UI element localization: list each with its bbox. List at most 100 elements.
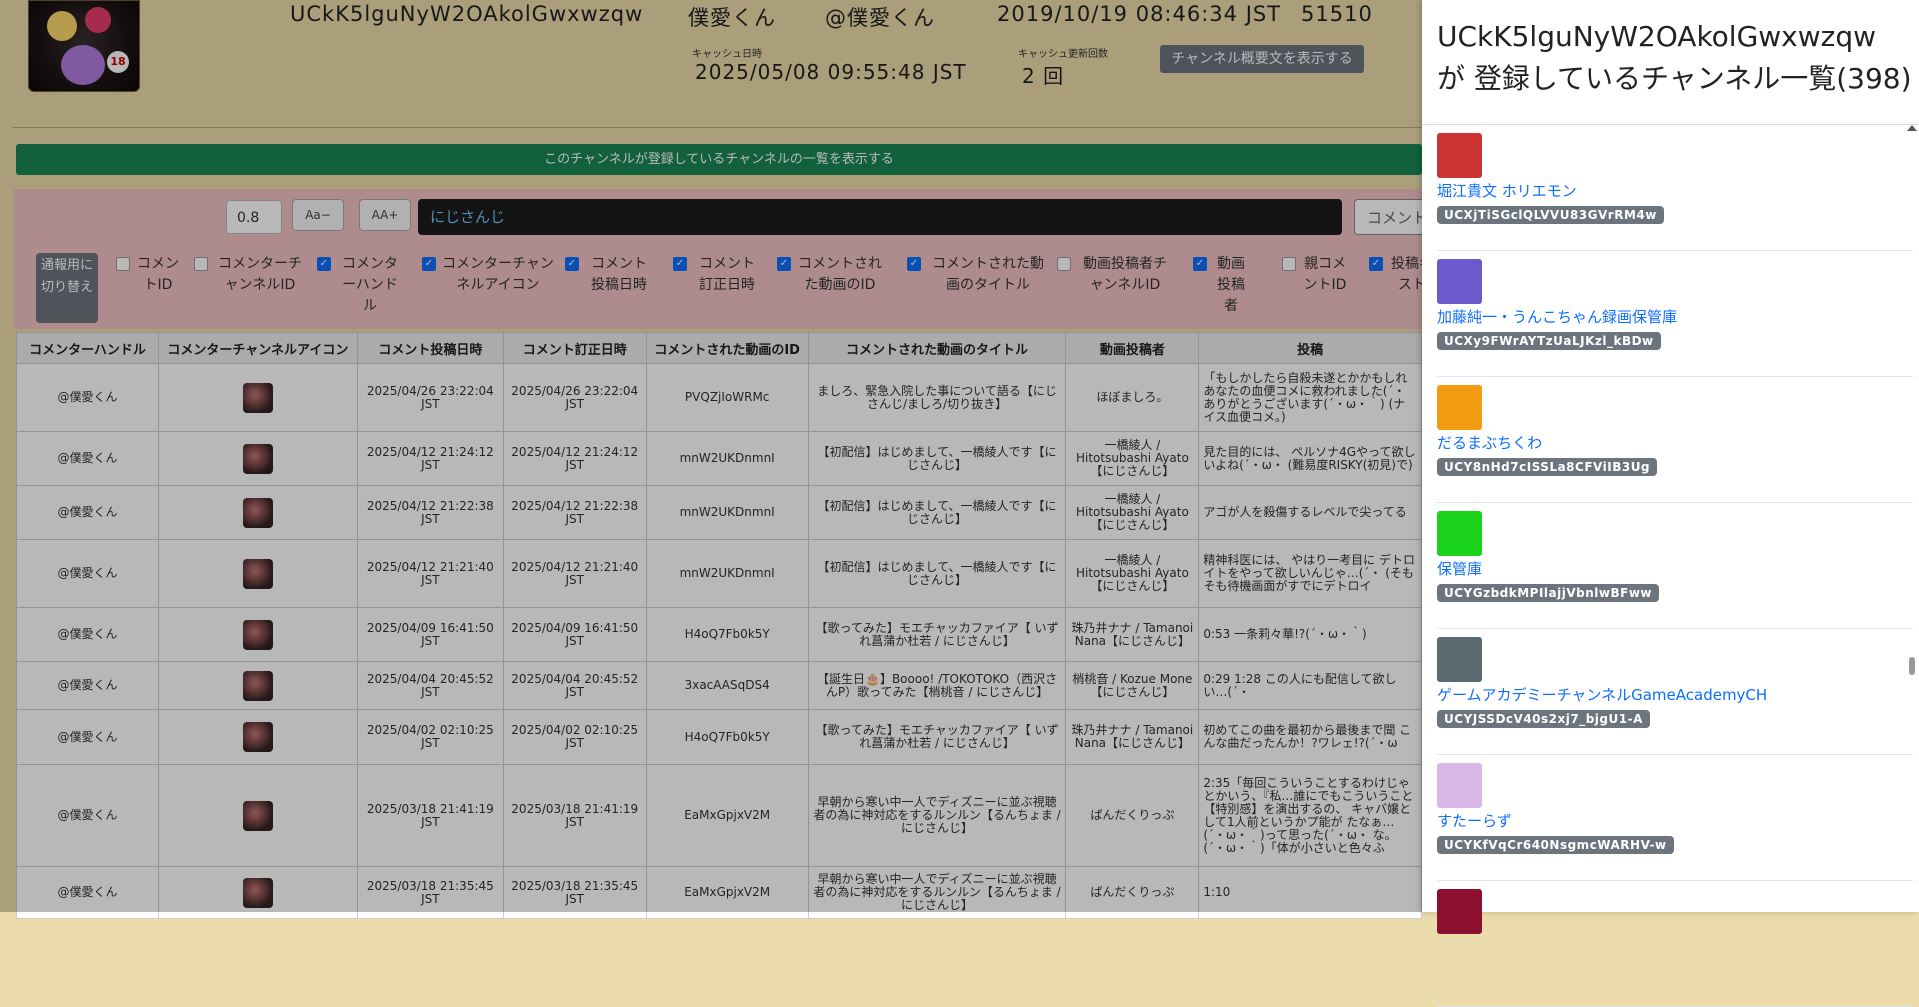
checkbox-parent-comment-id[interactable]: 親コメントID [1282,254,1348,296]
commenter-avatar-icon[interactable] [242,497,273,528]
channel-link[interactable]: 堀江貴文 ホリエモン [1437,180,1577,201]
channel-link[interactable]: ゲームアカデミーチャンネルGameAcademyCH [1437,684,1767,705]
cell-uploader[interactable]: 珠乃井ナナ / Tamanoi Nana【にじさんじ】 [1065,607,1200,662]
cell-video-id[interactable]: mnW2UKDnmnI [645,431,809,486]
zoom-out-button[interactable]: Aa− [292,199,344,231]
column-header[interactable]: コメントされた動画のタイトル [807,332,1067,364]
cell-text: 2:35「毎回こういうことするわけじゃ とかいう、『私…誰にでもこういうこと 【… [1198,764,1422,867]
commenter-avatar-icon[interactable] [242,670,273,701]
cell-video-id[interactable]: PVQZjIoWRMc [645,363,809,432]
checkbox-edited-date[interactable]: ✓ コメント訂正日時 [673,254,761,296]
checkbox-commenter-channel-id[interactable]: コメンターチャンネルID [194,254,306,296]
column-header[interactable]: 投稿 [1198,332,1422,364]
cell-uploader[interactable]: ぱんだくりっぷ [1065,866,1200,919]
cell-video-title[interactable]: 【初配信】はじめまして、一橋綾人です【にじさんじ】 [807,539,1067,608]
channel-avatar[interactable] [1437,259,1482,304]
commenter-avatar-icon[interactable] [242,722,273,752]
column-header[interactable]: コメンターチャンネルアイコン [157,332,358,364]
cell-video-id[interactable]: EaMxGpjxV2M [645,764,809,867]
channel-registered-date: 2019/10/19 08:46:34 JST [997,2,1282,26]
cell-video-title[interactable]: 早朝から寒い中一人でディズニーに並ぶ視聴者の為に神対応をするルンルン【るんちょま… [807,866,1067,919]
cell-video-id[interactable]: H4oQ7Fb0k5Y [645,607,809,662]
checkbox-posted-date[interactable]: ✓ コメント投稿日時 [565,254,653,296]
commenter-avatar-icon[interactable] [242,382,273,413]
cell-uploader[interactable]: ぱんだくりっぷ [1065,764,1200,867]
cell-text: 0:29 1:28 この人にも配信して欲しい…(´・ [1198,661,1422,710]
channel-link[interactable]: 保管庫 [1437,558,1482,579]
cell-video-id[interactable]: H4oQ7Fb0k5Y [645,709,809,765]
cell-handle: @僕愛くん [16,866,159,919]
cell-uploader[interactable]: 一橋綾人 / Hitotsubashi Ayato【にじさんじ】 [1065,431,1200,486]
cell-edited: 2025/04/02 02:10:25 JST [502,709,647,765]
cell-video-title[interactable]: 【初配信】はじめまして、一橋綾人です【にじさんじ】 [807,485,1067,540]
channel-id-badge: UCYKfVqCr640NsgmcWARHV-w [1437,836,1674,854]
cell-uploader[interactable]: 一橋綾人 / Hitotsubashi Ayato【にじさんじ】 [1065,485,1200,540]
column-header[interactable]: 動画投稿者 [1065,332,1200,364]
cell-video-title[interactable]: 【初配信】はじめまして、一橋綾人です【にじさんじ】 [807,431,1067,486]
column-header[interactable]: コメンターハンドル [16,332,159,364]
cell-edited: 2025/04/04 20:45:52 JST [502,661,647,710]
cell-edited: 2025/03/18 21:35:45 JST [502,866,647,919]
scroll-up-arrow-icon[interactable] [1907,125,1917,131]
cache-date-label: キャッシュ日時 [692,49,762,60]
cell-text: 見た目的には、 ペルソナ4Gやって欲しいよね(´・ω・ (難易度RISKY(初見… [1198,431,1422,486]
checkbox-commenter-icon[interactable]: ✓ コメンターチャンネルアイコン [422,254,554,296]
checkbox-comment-id[interactable]: コメントID [116,254,180,296]
channel-link[interactable]: すたーらず [1437,810,1512,831]
cell-uploader[interactable]: 珠乃井ナナ / Tamanoi Nana【にじさんじ】 [1065,709,1200,765]
panel-title: UCkK5lguNyW2OAkolGwxwzqw が 登録しているチャンネル一覧… [1437,20,1912,95]
channel-id-badge: UCY8nHd7cISSLa8CFViIB3Ug [1437,458,1658,476]
cell-uploader[interactable]: ほぼましろ。 [1065,363,1200,432]
cell-uploader[interactable]: 梢桃音 / Kozue Mone【にじさんじ】 [1065,661,1200,710]
cell-uploader[interactable]: 一橋綾人 / Hitotsubashi Ayato【にじさんじ】 [1065,539,1200,608]
commenter-avatar-icon[interactable] [242,558,273,589]
checkbox-commenter-handle[interactable]: ✓ コメンターハンドル [317,254,403,317]
table-row: @僕愛くん 2025/04/26 23:22:04 JST 2025/04/26… [16,363,1422,432]
commenter-avatar-icon[interactable] [242,800,273,831]
cell-video-title[interactable]: 【歌ってみた】モエチャッカファイア【 いずれ菖蒲か杜若 / にじさんじ】 [807,607,1067,662]
commenter-avatar-icon[interactable] [242,877,273,908]
cell-handle: @僕愛くん [16,764,159,867]
column-header[interactable]: コメント訂正日時 [502,332,647,364]
table-row: @僕愛くん 2025/03/18 21:35:45 JST 2025/03/18… [16,866,1422,919]
channel-avatar[interactable] [1437,637,1482,682]
column-header[interactable]: コメントされた動画のID [645,332,809,364]
show-summary-button[interactable]: チャンネル概要文を表示する [1160,45,1364,73]
search-input[interactable]: にじさんじ [418,199,1342,235]
cell-video-id[interactable]: EaMxGpjxV2M [645,866,809,919]
channel-id: UCkK5lguNyW2OAkolGwxwzqw [290,2,644,26]
cell-video-title[interactable]: 早朝から寒い中一人でディズニーに並ぶ視聴者の為に神対応をするルンルン【るんちょま… [807,764,1067,867]
checkbox-video-title[interactable]: ✓ コメントされた動画のタイトル [907,254,1049,296]
show-subscriptions-button[interactable]: このチャンネルが登録しているチャンネルの一覧を表示する [16,144,1422,175]
cell-video-title[interactable]: 【誕生日🎂】Boooo! /TOKOTOKO（西沢さんP）歌ってみた【梢桃音 /… [807,661,1067,710]
scroll-thumb[interactable] [1909,657,1915,675]
cell-video-id[interactable]: mnW2UKDnmnI [645,485,809,540]
channel-avatar[interactable] [1437,385,1482,430]
list-item: 加藤純一・うんこちゃん録画保管庫 UCXy9FWrAYTzUaLJKzl_kBD… [1437,251,1913,377]
commenter-avatar-icon[interactable] [242,619,273,650]
panel-scrollbar[interactable] [1906,125,1917,912]
cell-video-id[interactable]: mnW2UKDnmnI [645,539,809,608]
cell-posted: 2025/04/02 02:10:25 JST [356,709,504,765]
checkbox-video-id[interactable]: ✓ コメントされた動画のID [777,254,883,296]
table-row: @僕愛くん 2025/04/12 21:24:12 JST 2025/04/12… [16,431,1422,486]
zoom-input[interactable]: 0.8 [226,200,282,234]
checkbox-uploader-channel-id[interactable]: 動画投稿者チャンネルID [1057,254,1173,296]
cell-handle: @僕愛くん [16,661,159,710]
cell-video-title[interactable]: ましろ、緊急入院した事について語る【にじさんじ/ましろ/切り抜き】 [807,363,1067,432]
channel-link[interactable]: だるまぶちくわ [1437,432,1542,453]
commenter-avatar-icon[interactable] [242,443,273,474]
channel-avatar[interactable] [1437,133,1482,178]
column-header[interactable]: コメント投稿日時 [356,332,504,364]
list-item: すたーらず UCYKfVqCr640NsgmcWARHV-w [1437,755,1913,881]
zoom-in-button[interactable]: AA+ [359,199,411,231]
divider [12,127,1422,128]
checkbox-uploader[interactable]: ✓ 動画投稿者 [1193,254,1249,317]
channel-avatar[interactable] [1437,763,1482,808]
switch-report-button[interactable]: 通報用に切り替え [36,253,98,323]
cell-video-title[interactable]: 【歌ってみた】モエチャッカファイア【 いずれ菖蒲か杜若 / にじさんじ】 [807,709,1067,765]
channel-name: 僕愛くん [688,6,776,30]
channel-avatar[interactable] [1437,511,1482,556]
channel-link[interactable]: 加藤純一・うんこちゃん録画保管庫 [1437,306,1677,327]
cell-video-id[interactable]: 3xacAASqDS4 [645,661,809,710]
